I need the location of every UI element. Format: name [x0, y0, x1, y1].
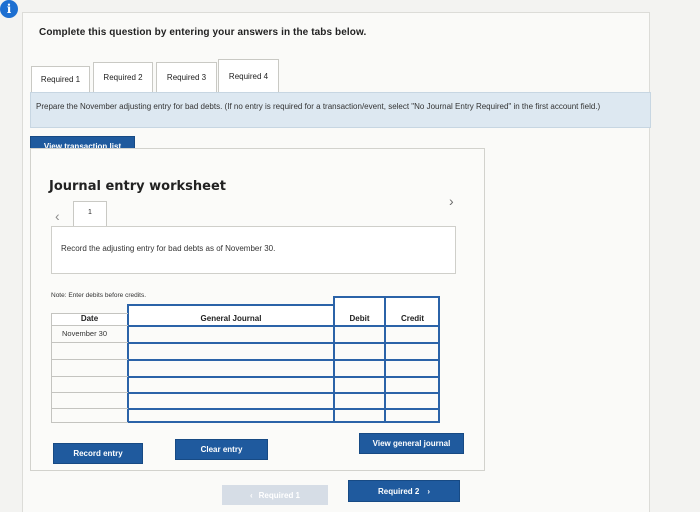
entry-tab-1[interactable]: 1	[73, 201, 107, 227]
info-icon[interactable]: i	[0, 0, 18, 18]
grid-divider	[51, 408, 128, 409]
chevron-right-icon[interactable]: ›	[449, 193, 454, 209]
debit-field[interactable]	[335, 327, 383, 341]
grid-divider	[127, 304, 334, 306]
instruction-text: Complete this question by entering your …	[39, 27, 367, 38]
question-card: Complete this question by entering your …	[22, 12, 651, 512]
entry-description: Record the adjusting entry for bad debts…	[61, 244, 276, 253]
grid-divider	[127, 304, 129, 423]
tab-required-3[interactable]: Required 3	[156, 62, 217, 92]
previous-required-button[interactable]: ‹ Required 1	[222, 485, 328, 505]
account-field[interactable]	[130, 344, 332, 358]
grid-divider	[333, 296, 440, 298]
tab-required-4[interactable]: Required 4	[218, 59, 279, 92]
account-field[interactable]	[130, 410, 332, 421]
account-field[interactable]	[130, 327, 332, 341]
account-field[interactable]	[130, 378, 332, 391]
note-text: Note: Enter debits before credits.	[51, 292, 147, 299]
grid-divider	[51, 325, 128, 326]
prompt-bar: Prepare the November adjusting entry for…	[30, 92, 651, 128]
tab-required-2[interactable]: Required 2	[93, 62, 153, 92]
account-field[interactable]	[130, 361, 332, 375]
account-field[interactable]	[130, 394, 332, 407]
next-required-label: Required 2	[377, 486, 420, 496]
grid-divider	[127, 421, 440, 423]
next-required-button[interactable]: Required 2 ›	[348, 480, 460, 502]
previous-required-label: Required 1	[258, 490, 300, 500]
chevron-left-icon[interactable]: ‹	[55, 208, 60, 224]
chevron-left-icon: ‹	[249, 490, 253, 500]
grid-divider	[51, 392, 128, 393]
worksheet-title: Journal entry worksheet	[49, 179, 226, 194]
prompt-text: Prepare the November adjusting entry for…	[36, 102, 601, 111]
journal-grid: Date General Journal Debit Credit Novemb…	[51, 296, 440, 423]
tab-required-1[interactable]: Required 1	[31, 66, 90, 92]
entry-description-box: Record the adjusting entry for bad debts…	[51, 226, 456, 274]
column-header-credit: Credit	[385, 296, 440, 326]
credit-field[interactable]	[386, 327, 436, 341]
grid-divider	[51, 342, 128, 343]
column-header-general-journal: General Journal	[128, 304, 334, 326]
grid-divider	[51, 422, 128, 423]
record-entry-button[interactable]: Record entry	[53, 443, 143, 464]
journal-entry-worksheet: Journal entry worksheet ‹ › 1 Record the…	[30, 148, 485, 471]
grid-divider	[51, 313, 128, 314]
grid-divider	[51, 313, 52, 423]
row-date: November 30	[62, 329, 108, 338]
grid-divider	[51, 376, 128, 377]
column-header-debit: Debit	[334, 296, 385, 326]
clear-entry-button[interactable]: Clear entry	[175, 439, 268, 460]
view-general-journal-button[interactable]: View general journal	[359, 433, 464, 454]
chevron-right-icon: ›	[427, 486, 430, 496]
grid-divider	[51, 359, 128, 360]
